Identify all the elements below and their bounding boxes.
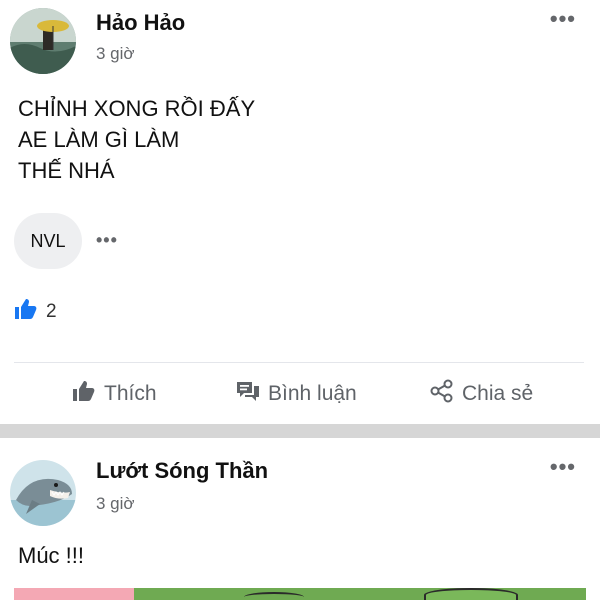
share-label: Chia sẻ [462,382,534,405]
post-text: Múc !!! [18,543,85,568]
post-time[interactable]: 3 giờ [96,44,135,64]
like-button[interactable]: Thích [72,372,157,416]
comment-icon [236,380,260,408]
like-count: 2 [46,300,57,322]
tag-more-button[interactable]: ••• [96,230,118,251]
post-time[interactable]: 3 giờ [96,494,135,514]
like-label: Thích [104,382,157,405]
post-text-line: THẾ NHÁ [18,158,115,183]
author-name[interactable]: Hảo Hảo [96,10,185,36]
post-card: Lướt Sóng Thần 3 giờ ••• Múc !!! [0,438,600,600]
divider [14,362,584,363]
post-text-line: AE LÀM GÌ LÀM [18,127,180,152]
more-options-button[interactable]: ••• [550,456,576,478]
share-icon [430,379,454,409]
image-region [424,588,518,600]
post-image[interactable] [14,588,586,600]
avatar[interactable] [10,460,76,526]
share-button[interactable]: Chia sẻ [430,372,533,416]
thumb-up-icon [14,298,38,325]
comment-label: Bình luận [268,382,357,405]
avatar[interactable] [10,8,76,74]
comment-button[interactable]: Bình luận [236,372,357,416]
post-text: CHỈNH XONG RỒI ĐẤY AE LÀM GÌ LÀM THẾ NHÁ [18,93,255,186]
tag-pill[interactable]: NVL [14,213,82,269]
post-separator [0,424,600,438]
more-options-button[interactable]: ••• [550,8,576,30]
image-region [244,592,304,600]
post-card: Hảo Hảo 3 giờ ••• CHỈNH XONG RỒI ĐẤY AE … [0,0,600,424]
action-bar: Thích Bình luận Chia sẻ [0,372,600,416]
image-region [14,588,134,600]
post-text-line: CHỈNH XONG RỒI ĐẤY [18,96,256,121]
author-name[interactable]: Lướt Sóng Thần [96,458,268,484]
reaction-summary[interactable]: 2 [14,298,57,325]
thumb-up-icon [72,380,96,408]
